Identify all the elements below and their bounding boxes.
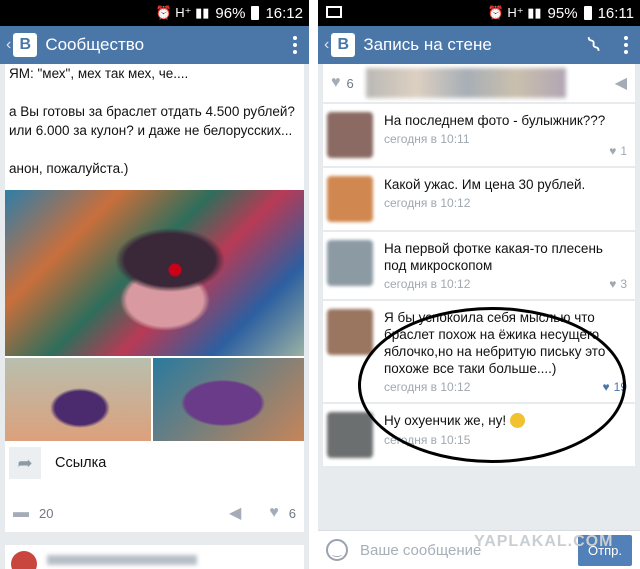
comment-time: сегодня в 10:15 [384, 433, 471, 447]
clock: 16:11 [597, 4, 634, 22]
page-title: Запись на стене [363, 35, 492, 54]
megaphone-icon[interactable]: ◀ [615, 73, 627, 93]
comment-body: Ну охуенчик же, ну! сегодня в 10:15 [384, 412, 629, 458]
mail-icon [326, 6, 342, 18]
link-attachment[interactable]: ➦ Ссылка [9, 447, 106, 479]
megaphone-icon: ◀ [228, 505, 242, 522]
comment-item[interactable]: На последнем фото - булыжник??? сегодня в… [323, 104, 635, 166]
comments-button[interactable]: ▬ 20 [13, 504, 53, 522]
status-icons: ⏰ H⁺ ▮▮ [487, 5, 542, 20]
comment-item[interactable]: Какой ужас. Им цена 30 рублей. сегодня в … [323, 168, 635, 230]
comment-text: На первой фотке какая-то плесень под мик… [384, 241, 603, 273]
page-title: Сообщество [45, 35, 145, 54]
comment-text: Я бы успокоила себя мыслью что браслет п… [384, 310, 606, 376]
status-bar: ⏰ H⁺ ▮▮ 96% 16:12 [0, 0, 309, 26]
battery-text: 95% [547, 4, 578, 22]
next-post-preview[interactable] [5, 545, 304, 569]
post-actions: ▬ 20 ◀ ♥ 6 [13, 503, 296, 523]
vk-logo-icon: B [331, 33, 356, 57]
right-screen: ⏰ H⁺ ▮▮ 95% 16:11 ‹ B Запись на стене ⌇ … [318, 0, 640, 569]
battery-icon [583, 6, 592, 20]
avatar[interactable] [327, 176, 373, 222]
avatar [11, 551, 37, 569]
status-bar: ⏰ H⁺ ▮▮ 95% 16:11 [318, 0, 640, 26]
comment-text: Какой ужас. Им цена 30 рублей. [384, 177, 586, 192]
comment-like-button[interactable]: ♥ 19 [603, 380, 627, 394]
comment-item[interactable]: На первой фотке какая-то плесень под мик… [323, 232, 635, 299]
blurred-liker-avatars [365, 68, 566, 98]
comment-like-button[interactable]: ♥ 1 [609, 144, 627, 158]
comment-likes-count: 3 [620, 277, 627, 291]
back-arrow-icon[interactable]: ‹ [6, 36, 11, 54]
comment-time: сегодня в 10:12 [384, 277, 471, 291]
overflow-menu-icon[interactable] [293, 36, 297, 54]
comment-time: сегодня в 10:12 [384, 196, 471, 210]
heart-icon: ♥ [609, 144, 617, 158]
battery-icon [251, 6, 260, 20]
avatar[interactable] [327, 112, 373, 158]
blurred-author [47, 555, 197, 565]
likes-count: 6 [346, 75, 354, 91]
post-photo-pendant[interactable] [5, 358, 151, 441]
clock: 16:12 [265, 4, 303, 22]
post-like-bar: ♥ 6 ◀ [323, 64, 635, 102]
status-icons: ⏰ H⁺ ▮▮ [155, 5, 210, 20]
comment-likes-count: 1 [620, 144, 627, 158]
watermark: YAPLAKAL.COM [474, 533, 614, 550]
avatar[interactable] [327, 309, 373, 355]
post-photo-brooch[interactable] [153, 358, 304, 441]
heart-icon: ♥ [331, 74, 341, 91]
share-arrow-icon: ➦ [9, 447, 41, 479]
battery-text: 96% [215, 4, 246, 22]
link-label: Ссылка [55, 455, 107, 471]
comment-item[interactable]: Я бы успокоила себя мыслью что браслет п… [323, 301, 635, 402]
comment-body: На последнем фото - булыжник??? сегодня в… [384, 112, 629, 158]
smile-emoji-icon [510, 413, 526, 429]
overflow-menu-icon[interactable] [624, 36, 628, 54]
comment-time: сегодня в 10:12 [384, 380, 471, 394]
comment-body: На первой фотке какая-то плесень под мик… [384, 240, 629, 291]
smiley-icon[interactable]: ‿ [326, 539, 348, 561]
likes-count: 6 [288, 505, 296, 521]
comment-like-button[interactable]: ♥ 3 [609, 277, 627, 291]
left-screen: ⏰ H⁺ ▮▮ 96% 16:12 ‹ B Сообщество ЯМ: "ме… [0, 0, 309, 569]
like-button[interactable]: ♥ 6 [269, 504, 296, 522]
comment-text: На последнем фото - булыжник??? [384, 113, 606, 128]
comment-body: Я бы успокоила себя мыслью что браслет п… [384, 309, 629, 394]
like-button[interactable]: ♥ 6 [331, 74, 354, 92]
avatar[interactable] [327, 412, 373, 458]
comments-list: На последнем фото - булыжник??? сегодня в… [323, 104, 635, 468]
post-text: ЯМ: "мех", мех так мех, че.... а Вы гото… [9, 66, 295, 176]
comments-count: 20 [39, 505, 54, 521]
comment-item[interactable]: Ну охуенчик же, ну! сегодня в 10:15 [323, 404, 635, 466]
comment-time: сегодня в 10:11 [384, 132, 470, 146]
post-card: ЯМ: "мех", мех так мех, че.... а Вы гото… [5, 64, 304, 532]
post-photo-main[interactable] [5, 190, 304, 356]
vk-logo-icon: B [13, 33, 38, 57]
app-bar: ‹ B Запись на стене ⌇ [318, 26, 640, 64]
avatar[interactable] [327, 240, 373, 286]
heart-icon: ♥ [269, 504, 279, 521]
comment-icon: ▬ [13, 504, 29, 521]
heart-icon: ♥ [609, 277, 617, 291]
comment-body: Какой ужас. Им цена 30 рублей. сегодня в … [384, 176, 629, 222]
comment-text: Ну охуенчик же, ну! [384, 413, 507, 428]
comment-likes-count: 19 [613, 380, 627, 394]
app-bar: ‹ B Сообщество [0, 26, 309, 64]
heart-icon: ♥ [602, 380, 610, 394]
back-arrow-icon[interactable]: ‹ [324, 36, 329, 54]
repost-button[interactable]: ◀ [229, 503, 241, 523]
